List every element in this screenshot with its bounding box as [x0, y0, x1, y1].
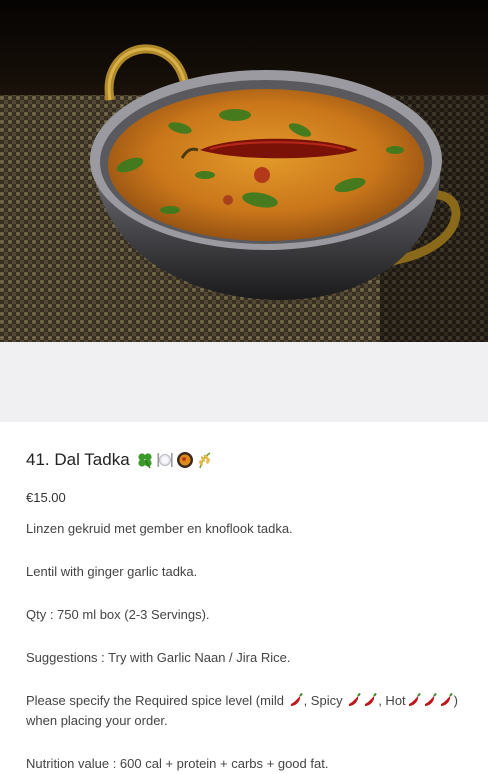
item-title-row: 41. Dal Tadka	[26, 450, 462, 470]
chili-pepper-icon	[349, 692, 361, 706]
curry-bowl-icon	[176, 452, 193, 468]
title-emoji-group	[136, 451, 214, 469]
dal-tadka-photo	[0, 0, 488, 342]
item-price: €15.00	[26, 490, 66, 505]
clover-icon	[138, 453, 152, 469]
chili-pepper-icon	[365, 692, 377, 706]
suggestions-info: Suggestions : Try with Garlic Naan / Jir…	[26, 650, 291, 665]
description-english: Lentil with ginger garlic tadka.	[26, 564, 198, 579]
chili-pepper-icon	[424, 692, 437, 706]
chili-pepper-icon	[440, 692, 453, 706]
rice-sheaf-icon	[198, 452, 211, 469]
image-placeholder-band	[0, 342, 488, 422]
spicy-label: , Spicy	[303, 693, 347, 708]
hot-label: , Hot	[378, 693, 406, 708]
quantity-info: Qty : 750 ml box (2-3 Servings).	[26, 607, 210, 622]
dish-photo	[0, 0, 488, 342]
spice-prefix: Please specify the Required spice level …	[26, 693, 288, 708]
plate-cutlery-icon	[157, 453, 173, 467]
spice-level-note: Please specify the Required spice level …	[26, 691, 462, 731]
chili-pepper-icon	[290, 692, 303, 706]
description-dutch: Linzen gekruid met gember en knoflook ta…	[26, 521, 293, 536]
item-title: 41. Dal Tadka	[26, 450, 130, 469]
item-details: 41. Dal Tadka €15.00 Linzen gekruid met …	[0, 422, 488, 774]
nutrition-info: Nutrition value : 600 cal + protein + ca…	[26, 756, 329, 771]
chili-pepper-icon	[408, 692, 421, 706]
